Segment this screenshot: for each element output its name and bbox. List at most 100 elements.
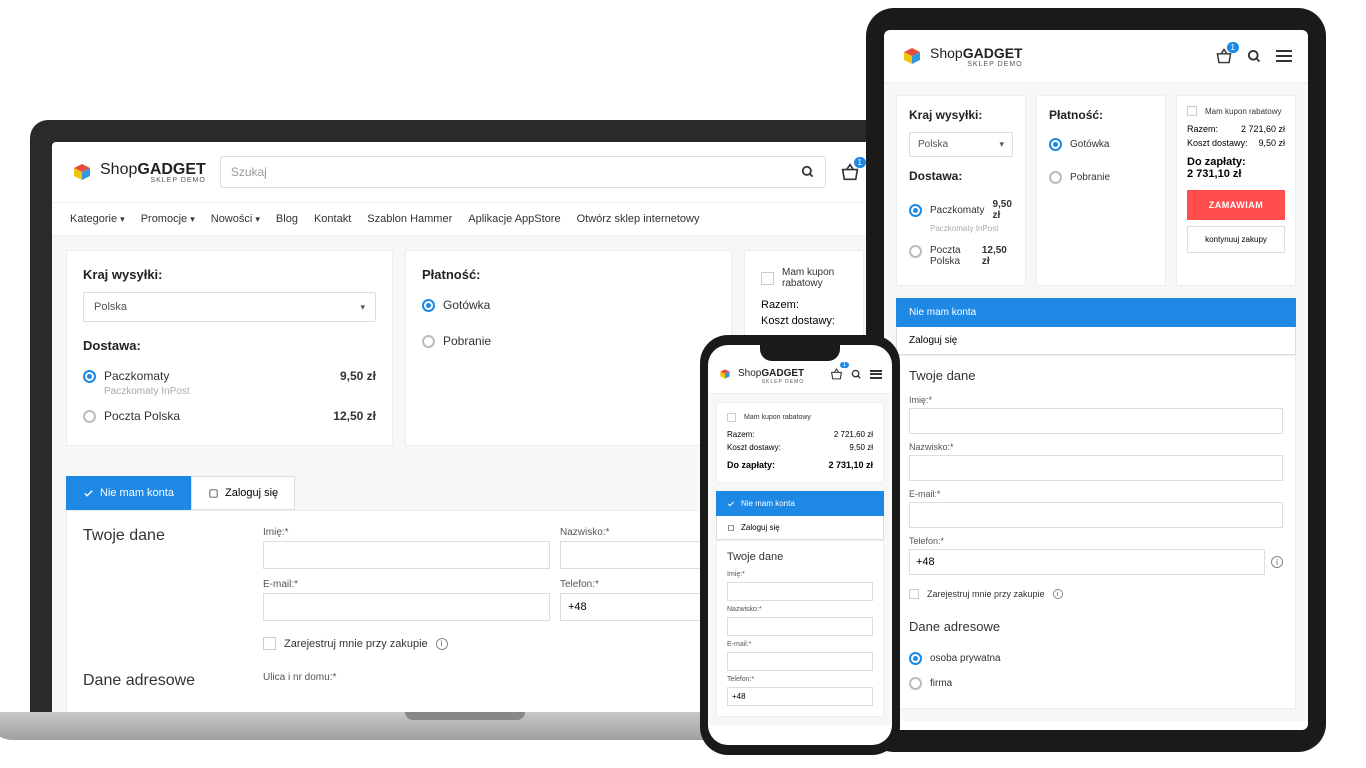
nav-item[interactable]: Kategorie ▾ xyxy=(70,213,125,225)
order-button[interactable]: ZAMAWIAM xyxy=(1187,190,1285,220)
country-heading: Kraj wysyłki: xyxy=(83,267,376,282)
search-input[interactable]: Szukaj xyxy=(220,156,826,188)
register-check[interactable]: Zarejestruj mnie przy zakupie i xyxy=(909,583,1283,605)
logo[interactable]: ShopGADGET SKLEP DEMO xyxy=(70,160,206,184)
phone-mockup: ShopGADGET SKLEP DEMO 1 xyxy=(700,335,900,755)
fname-input[interactable] xyxy=(909,408,1283,434)
search-icon[interactable] xyxy=(1247,49,1262,64)
tab-login[interactable]: Zaloguj się xyxy=(716,516,884,540)
shipping-panel: Kraj wysyłki: Polska▾ Dostawa: Paczkomat… xyxy=(896,95,1026,286)
logo-icon xyxy=(900,44,924,68)
tab-login[interactable]: Zaloguj się xyxy=(191,476,295,510)
total-label: Do zapłaty: xyxy=(1187,156,1285,168)
coupon-check[interactable]: Mam kupon rabatowy xyxy=(727,413,873,428)
chevron-down-icon: ▾ xyxy=(360,302,365,313)
radio-icon xyxy=(83,370,96,383)
logo-icon xyxy=(70,160,94,184)
radio-icon xyxy=(909,677,922,690)
cart-badge: 1 xyxy=(840,362,849,368)
tab-no-account[interactable]: Nie mam konta xyxy=(896,298,1296,327)
tab-login[interactable]: Zaloguj się xyxy=(896,327,1296,355)
fname-label: Imię:* xyxy=(909,395,1283,405)
cart-button[interactable]: 1 xyxy=(1215,48,1233,64)
checkbox-icon xyxy=(1187,106,1197,116)
continue-button[interactable]: kontynuuj zakupy xyxy=(1187,226,1285,253)
country-value: Polska xyxy=(94,301,127,313)
form-heading: Twoje dane xyxy=(83,527,233,644)
main-nav: Kategorie ▾ Promocje ▾ Nowości ▾ Blog Ko… xyxy=(52,203,878,236)
person-type[interactable]: firma xyxy=(909,671,1283,696)
email-input[interactable] xyxy=(909,502,1283,528)
coupon-check[interactable]: Mam kupon rabatowy xyxy=(1187,106,1285,122)
payment-panel: Płatność: Gotówka Pobranie xyxy=(405,250,732,446)
coupon-check[interactable]: Mam kupon rabatowy xyxy=(761,267,847,297)
logo[interactable]: ShopGADGET SKLEP DEMO xyxy=(900,44,1023,68)
check-icon xyxy=(727,500,735,508)
tab-no-account[interactable]: Nie mam konta xyxy=(716,491,884,516)
country-select[interactable]: Polska ▾ xyxy=(83,292,376,322)
search-icon[interactable] xyxy=(851,369,862,380)
register-label: Zarejestruj mnie przy zakupie xyxy=(284,638,428,650)
tab-no-account[interactable]: Nie mam konta xyxy=(66,476,191,510)
nav-item[interactable]: Kontakt xyxy=(314,213,351,225)
email-input[interactable] xyxy=(727,652,873,671)
nav-item[interactable]: Szablon Hammer xyxy=(367,213,452,225)
country-select[interactable]: Polska▾ xyxy=(909,132,1013,157)
personal-form: Twoje dane Imię:* Nazwisko:* E-mail:* Te… xyxy=(716,540,884,717)
logo[interactable]: ShopGADGET SKLEP DEMO xyxy=(718,363,804,385)
lname-input[interactable] xyxy=(727,617,873,636)
payment-option[interactable]: Pobranie xyxy=(1049,165,1153,190)
email-label: E-mail:* xyxy=(909,489,1283,499)
basket-icon xyxy=(830,368,843,380)
nav-item[interactable]: Blog xyxy=(276,213,298,225)
info-icon[interactable]: i xyxy=(436,638,448,650)
delivery-option[interactable]: Poczta Polska 12,50 zł xyxy=(83,403,376,429)
delivery-option[interactable]: Poczta Polska 12,50 zł xyxy=(909,239,1013,273)
search-icon[interactable] xyxy=(801,165,815,179)
fname-input[interactable] xyxy=(727,582,873,601)
address-heading: Dane adresowe xyxy=(83,672,233,690)
delivery-option[interactable]: Paczkomaty 9,50 zł xyxy=(909,193,1013,227)
radio-icon xyxy=(422,299,435,312)
country-heading: Kraj wysyłki: xyxy=(909,108,1013,122)
personal-form: Twoje dane Imię:* Nazwisko:* E-mail:* Te… xyxy=(896,355,1296,709)
radio-icon xyxy=(422,335,435,348)
payment-option[interactable]: Pobranie xyxy=(422,328,715,354)
nav-item[interactable]: Nowości ▾ xyxy=(211,213,260,225)
checkbox-icon xyxy=(263,637,276,650)
phone-notch xyxy=(760,345,840,361)
delivery-price: 12,50 zł xyxy=(333,409,376,423)
phone-input[interactable] xyxy=(909,549,1265,575)
payment-option[interactable]: Gotówka xyxy=(422,292,715,318)
menu-icon[interactable] xyxy=(870,370,882,379)
cart-badge: 1 xyxy=(854,157,866,168)
radio-icon xyxy=(83,410,96,423)
form-heading: Twoje dane xyxy=(909,368,1283,383)
info-icon[interactable]: i xyxy=(1271,556,1283,568)
cart-badge: 1 xyxy=(1227,42,1239,53)
fname-input[interactable] xyxy=(263,541,550,569)
login-icon xyxy=(208,488,219,499)
nav-item[interactable]: Otwórz sklep internetowy xyxy=(577,213,700,225)
delivery-price: 9,50 zł xyxy=(340,369,376,383)
email-input[interactable] xyxy=(263,593,550,621)
tab-label: Nie mam konta xyxy=(100,487,174,499)
payment-option[interactable]: Gotówka xyxy=(1049,132,1153,157)
lname-input[interactable] xyxy=(909,455,1283,481)
cart-button[interactable]: 1 xyxy=(830,368,843,380)
nav-item[interactable]: Aplikacje AppStore xyxy=(468,213,560,225)
nav-item[interactable]: Promocje ▾ xyxy=(141,213,195,225)
info-icon[interactable]: i xyxy=(1053,589,1063,599)
delivery-label: Paczkomaty xyxy=(104,369,169,383)
email-label: E-mail:* xyxy=(263,579,550,590)
cart-button[interactable]: 1 xyxy=(840,163,860,181)
payment-label: Pobranie xyxy=(443,334,491,348)
phone-input[interactable] xyxy=(727,687,873,706)
checkbox-icon xyxy=(909,589,919,599)
menu-icon[interactable] xyxy=(1276,50,1292,62)
delivery-heading: Dostawa: xyxy=(909,169,1013,183)
phone-label: Telefon:* xyxy=(909,536,1283,546)
logo-icon xyxy=(718,367,732,381)
person-type[interactable]: osoba prywatna xyxy=(909,646,1283,671)
checkbox-icon xyxy=(761,272,774,285)
